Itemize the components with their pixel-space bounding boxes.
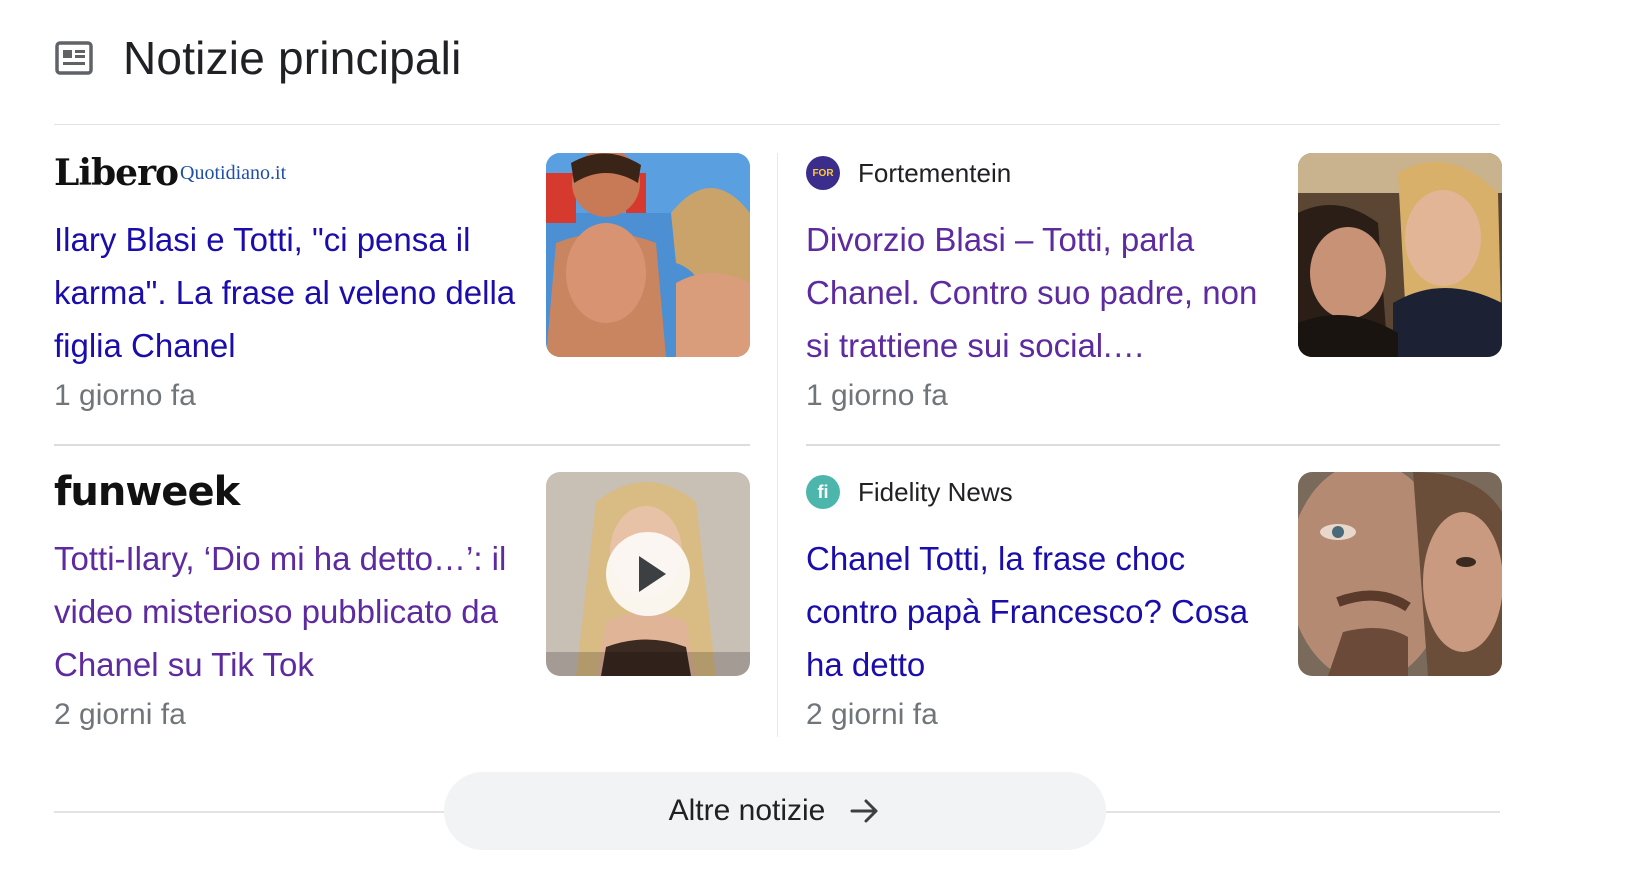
source-name: Fidelity News	[858, 476, 1013, 507]
more-news-button[interactable]: Altre notizie	[444, 772, 1106, 850]
headline-link[interactable]: Chanel Totti, la frase choc contro papà …	[806, 532, 1276, 691]
headline-link[interactable]: Ilary Blasi e Totti, "ci pensa il karma"…	[54, 213, 524, 372]
timestamp: 2 giorni fa	[806, 698, 938, 731]
headline-link[interactable]: Divorzio Blasi – Totti, parla Chanel. Co…	[806, 213, 1276, 372]
timestamp: 1 giorno fa	[54, 379, 196, 412]
news-card-fidelity[interactable]: fi Fidelity News Chanel Totti, la frase …	[806, 472, 1502, 762]
thumbnail-image[interactable]	[1298, 153, 1502, 357]
source-fidelity-news: fi Fidelity News	[806, 472, 1013, 512]
news-card-funweek[interactable]: funweek Totti-Ilary, ‘Dio mi ha detto…’:…	[54, 469, 750, 762]
fidelity-favicon-icon: fi	[806, 475, 840, 509]
news-card-fortementein[interactable]: FOR Fortementein Divorzio Blasi – Totti,…	[806, 153, 1502, 443]
libero-logo-text: Libero	[54, 152, 179, 194]
timestamp: 1 giorno fa	[806, 379, 948, 412]
section-title: Notizie principali	[123, 32, 462, 84]
more-divider-left	[54, 811, 448, 813]
libero-logo-sub: Quotidiano.it	[180, 161, 287, 184]
source-logo-funweek: funweek	[54, 469, 240, 515]
column-divider	[777, 153, 778, 737]
row-divider-left	[54, 444, 750, 446]
more-divider-right	[1106, 811, 1500, 813]
thumbnail-image[interactable]	[546, 472, 750, 676]
header-divider	[54, 124, 1500, 125]
source-name: Fortementein	[858, 157, 1012, 188]
more-news-label: Altre notizie	[668, 794, 826, 827]
source-logo-libero: Libero Quotidiano.it	[54, 152, 287, 194]
row-divider-right	[806, 444, 1500, 446]
arrow-right-icon	[850, 799, 878, 823]
news-article-icon	[55, 41, 93, 75]
timestamp: 2 giorni fa	[54, 698, 186, 731]
source-fortementein: FOR Fortementein	[806, 153, 1011, 193]
news-card-libero[interactable]: Libero Quotidiano.it Ilary Blasi e Totti…	[54, 152, 750, 443]
headline-link[interactable]: Totti-Ilary, ‘Dio mi ha detto…’: il vide…	[54, 532, 524, 691]
funweek-logo-text: funweek	[54, 469, 240, 515]
thumbnail-image[interactable]	[1298, 472, 1502, 676]
section-header: Notizie principali	[55, 28, 462, 88]
thumbnail-image[interactable]	[546, 153, 750, 357]
play-video-icon[interactable]	[604, 530, 692, 618]
fortementein-favicon-icon: FOR	[806, 156, 840, 190]
